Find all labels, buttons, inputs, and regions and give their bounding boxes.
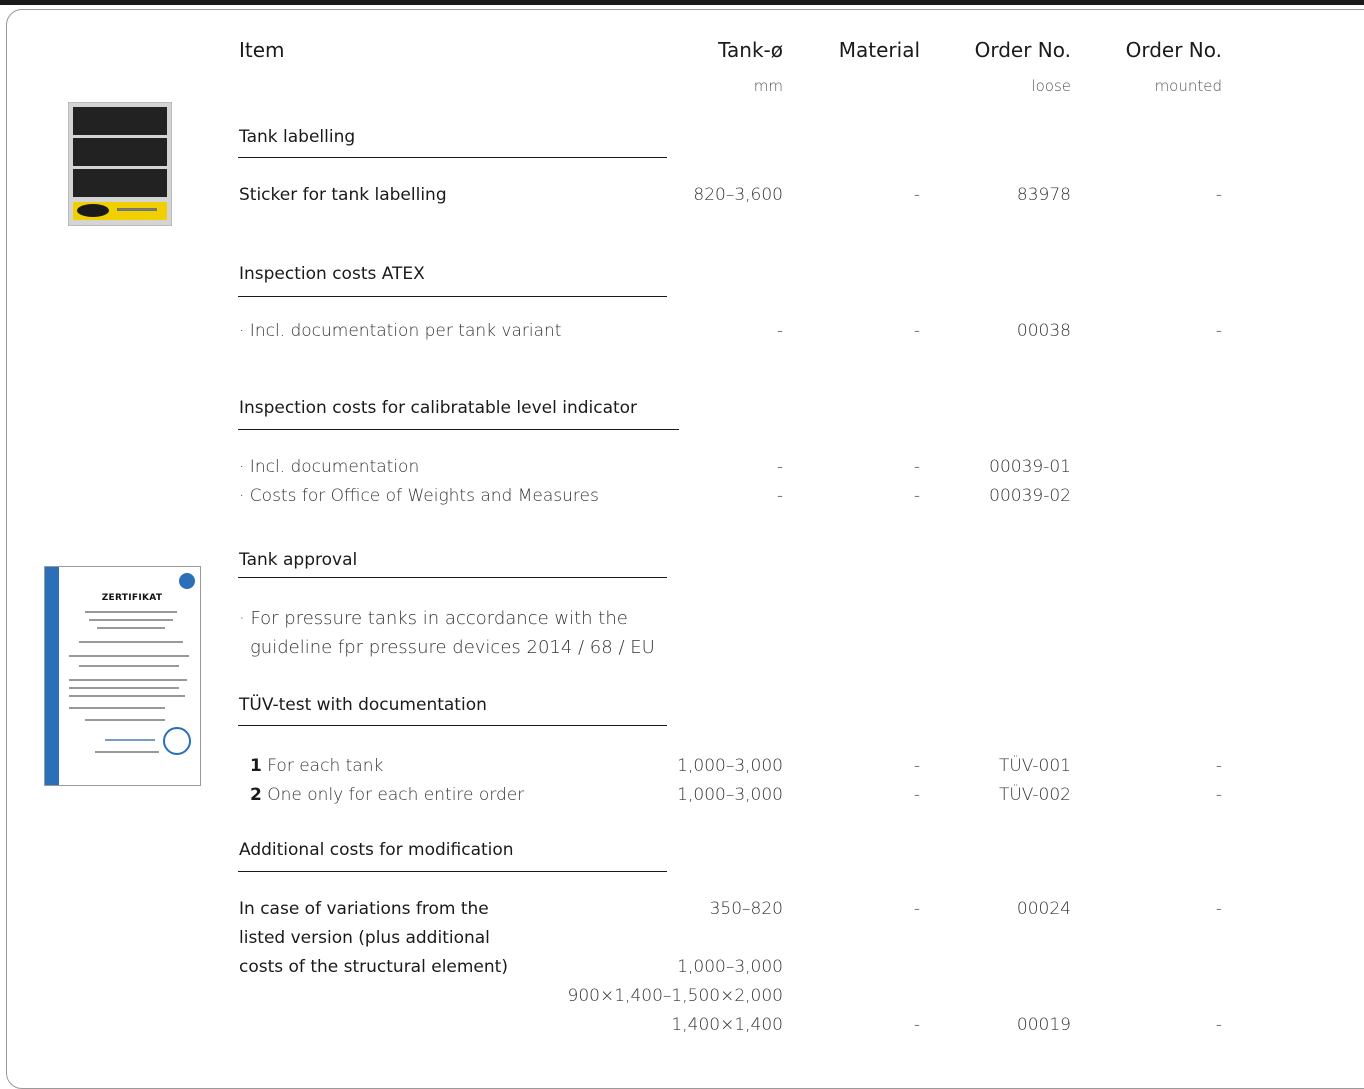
certificate-text-line	[85, 611, 177, 613]
tuv-seal-icon	[179, 573, 195, 589]
section-divider	[238, 577, 667, 578]
row-material: -	[913, 899, 920, 919]
row-order-mounted: -	[1215, 785, 1222, 805]
row-tank-diameter: 1,000–3,000	[677, 756, 783, 776]
certificate-text-line	[69, 687, 179, 689]
row-item: 2 One only for each entire order	[250, 785, 524, 805]
section-title-tank-approval: Tank approval	[239, 550, 358, 570]
header-order-loose-sub: loose	[1031, 77, 1071, 95]
certificate-stamp-icon	[163, 727, 191, 755]
row-item-line: costs of the structural element)	[239, 957, 508, 977]
row-material: -	[913, 486, 920, 506]
certificate-text-line	[97, 627, 165, 629]
certificate-text-line	[69, 679, 187, 681]
section-title-inspection-atex: Inspection costs ATEX	[239, 264, 425, 284]
row-order-loose: 00038	[1016, 321, 1071, 341]
section-title-inspection-level-indicator: Inspection costs for calibratable level …	[239, 398, 638, 418]
certificate-text-line	[79, 641, 183, 643]
row-item: · Incl. documentation	[239, 457, 420, 477]
row-material: -	[913, 1015, 920, 1035]
row-material: -	[913, 756, 920, 776]
row-material: -	[913, 785, 920, 805]
certificate-text-line	[69, 695, 185, 697]
row-number: 2	[250, 785, 262, 805]
section-divider	[238, 157, 667, 158]
speidel-logo-strip	[73, 202, 167, 220]
row-material: -	[913, 185, 920, 205]
row-tank-diameter: 900×1,400–1,500×2,000	[567, 986, 783, 1006]
row-order-mounted: -	[1215, 756, 1222, 776]
certificate-text-line	[69, 707, 165, 709]
row-number: 1	[250, 756, 262, 776]
sticker-label-field	[73, 138, 167, 166]
header-material: Material	[838, 38, 920, 62]
row-item-label: For each tank	[267, 756, 384, 776]
row-material: -	[913, 457, 920, 477]
row-order-mounted: -	[1215, 185, 1222, 205]
row-item: · Costs for Office of Weights and Measur…	[239, 486, 599, 506]
logo-text-line	[117, 208, 157, 211]
certificate-text-line	[95, 751, 159, 753]
section-title-tank-labelling: Tank labelling	[239, 127, 356, 147]
speidel-logo-icon	[77, 204, 109, 217]
row-item-line: listed version (plus additional	[239, 928, 490, 948]
sticker-label-field	[73, 107, 167, 135]
row-tank-diameter: 350–820	[709, 899, 783, 919]
section-title-additional-costs: Additional costs for modification	[239, 840, 514, 860]
row-material: -	[913, 321, 920, 341]
row-order-loose: TÜV-002	[998, 785, 1071, 805]
section-divider	[238, 296, 667, 297]
row-tank-diameter: 1,000–3,000	[677, 957, 783, 977]
row-order-loose: 83978	[1016, 185, 1071, 205]
certificate-text-line	[79, 665, 179, 667]
row-tank-diameter: -	[776, 486, 783, 506]
certificate-title: ZERTIFIKAT	[101, 593, 163, 603]
row-tank-diameter: -	[776, 321, 783, 341]
row-tank-diameter: -	[776, 457, 783, 477]
row-order-loose: 00039-01	[989, 457, 1071, 477]
row-order-loose: TÜV-001	[998, 756, 1071, 776]
header-tank-diameter-unit: mm	[753, 77, 783, 95]
header-item: Item	[239, 38, 285, 62]
certificate-image: ZERTIFIKAT	[44, 566, 201, 786]
header-order-mounted: Order No.	[1125, 38, 1222, 62]
header-order-mounted-sub: mounted	[1154, 77, 1222, 95]
row-item-label: One only for each entire order	[267, 785, 525, 805]
row-order-mounted: -	[1215, 1015, 1222, 1035]
certificate-text-line	[69, 655, 189, 657]
row-order-loose: 00024	[1016, 899, 1071, 919]
top-border-bar	[0, 0, 1364, 5]
row-item-line: guideline fpr pressure devices 2014 / 68…	[250, 637, 655, 658]
row-item: Sticker for tank labelling	[239, 185, 447, 205]
section-divider	[238, 429, 679, 430]
row-item-line: In case of variations from the	[239, 899, 489, 919]
section-title-tuv-test: TÜV-test with documentation	[239, 695, 487, 715]
row-item: 1 For each tank	[250, 756, 383, 776]
row-item: · Incl. documentation per tank variant	[239, 321, 562, 341]
row-order-loose: 00039-02	[989, 486, 1071, 506]
certificate-stripe	[45, 567, 59, 785]
section-divider	[238, 725, 667, 726]
section-divider	[238, 871, 667, 872]
certificate-signature	[105, 739, 155, 741]
header-tank-diameter: Tank-ø	[718, 38, 783, 62]
row-tank-diameter: 1,000–3,000	[677, 785, 783, 805]
certificate-text-line	[85, 719, 165, 721]
row-tank-diameter: 820–3,600	[693, 185, 783, 205]
page-frame	[6, 9, 1364, 1089]
row-item-line: · For pressure tanks in accordance with …	[239, 608, 628, 629]
row-order-loose: 00019	[1016, 1015, 1071, 1035]
row-order-mounted: -	[1215, 899, 1222, 919]
tank-sticker-image	[68, 102, 172, 226]
header-order-loose: Order No.	[974, 38, 1071, 62]
row-order-mounted: -	[1215, 321, 1222, 341]
sticker-label-field	[73, 169, 167, 197]
certificate-text-line	[89, 619, 173, 621]
row-tank-diameter: 1,400×1,400	[671, 1015, 783, 1035]
